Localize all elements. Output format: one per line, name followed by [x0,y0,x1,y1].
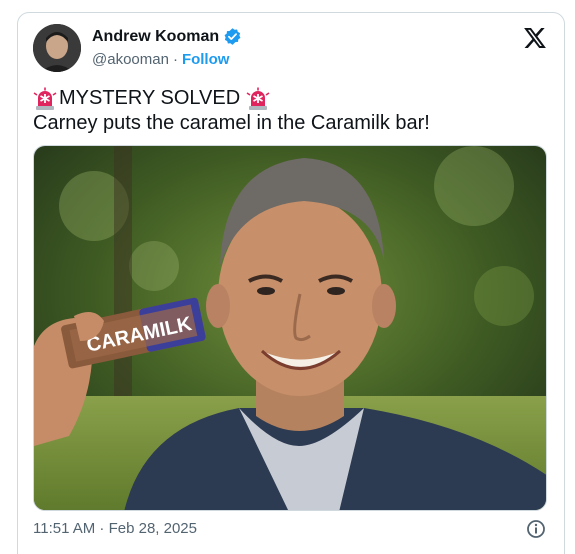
police-siren-icon [33,87,57,111]
x-logo-icon[interactable] [524,28,546,48]
avatar[interactable] [33,24,81,72]
tweet-photo[interactable]: CARAMILK [33,145,547,511]
headline-line: MYSTERY SOLVED [33,86,430,111]
tweet-text: MYSTERY SOLVED Carney puts the caramel i… [33,86,430,136]
follow-button[interactable]: Follow [182,51,230,68]
author-name-row: Andrew Kooman [92,27,242,46]
handle-row: @akooman · Follow [92,51,229,68]
verified-badge-icon [223,27,242,46]
separator-dot: · [172,51,178,68]
info-icon[interactable] [526,519,546,539]
author-name[interactable]: Andrew Kooman [92,28,219,46]
headline-text: MYSTERY SOLVED [59,87,241,109]
police-siren-icon [246,87,270,111]
tweet-timestamp[interactable]: 11:51 AM · Feb 28, 2025 [33,520,197,537]
body-text: Carney puts the caramel in the Caramilk … [33,112,430,134]
author-handle[interactable]: @akooman [92,51,169,68]
